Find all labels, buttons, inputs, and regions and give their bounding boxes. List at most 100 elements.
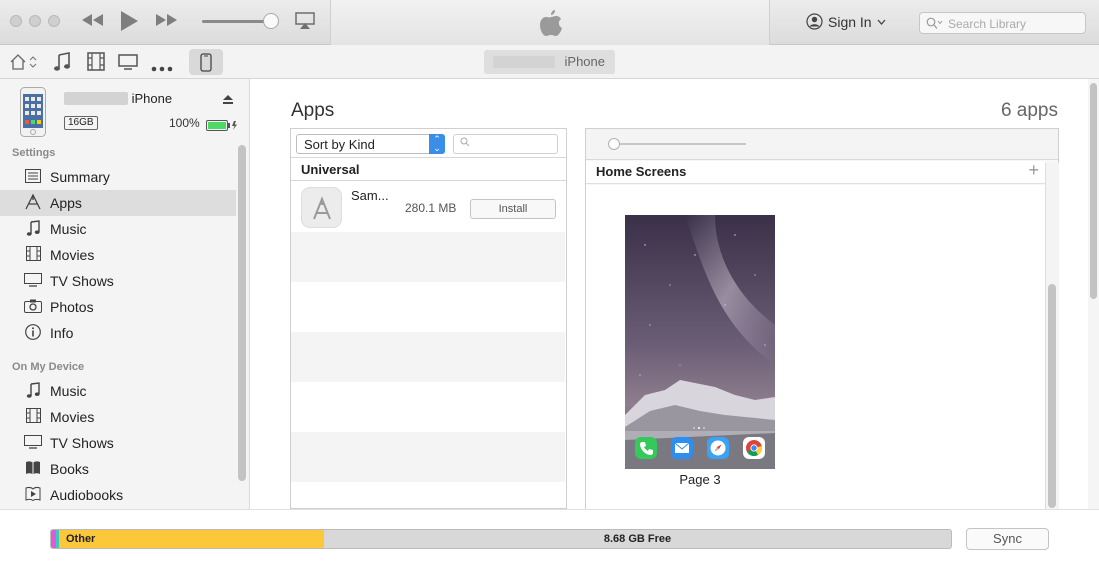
page-label: Page 3 bbox=[679, 472, 721, 487]
sidebar-device-item-books[interactable]: Books bbox=[0, 456, 236, 482]
close-window-button[interactable] bbox=[10, 15, 22, 27]
title-bar: Sign In Search Library bbox=[0, 0, 1099, 45]
capacity-other-label: Other bbox=[66, 533, 96, 545]
apps-count: 6 apps bbox=[1000, 100, 1058, 121]
tv-icon bbox=[24, 434, 42, 452]
rewind-icon bbox=[82, 14, 103, 26]
tv-library-button[interactable] bbox=[118, 54, 138, 75]
app-row[interactable]: Sam... 280.1 MB Install bbox=[291, 182, 566, 232]
sync-button[interactable]: Sync bbox=[966, 528, 1049, 550]
icon-size-slider-knob[interactable] bbox=[608, 138, 620, 150]
sidebar-item-tv-shows[interactable]: TV Shows bbox=[0, 268, 236, 294]
sidebar-item-label: Photos bbox=[50, 299, 94, 315]
info-icon bbox=[24, 323, 42, 343]
play-button[interactable] bbox=[119, 10, 139, 36]
sidebar-item-label: Movies bbox=[50, 247, 95, 263]
mail-app-icon[interactable] bbox=[671, 437, 693, 459]
more-icon bbox=[151, 66, 173, 72]
sidebar-item-label: Audiobooks bbox=[50, 487, 124, 503]
camera-icon bbox=[24, 299, 42, 316]
movies-icon bbox=[24, 246, 42, 264]
device-thumbnail bbox=[20, 87, 46, 137]
tv-icon bbox=[118, 54, 138, 70]
sidebar-item-label: TV Shows bbox=[50, 273, 114, 289]
home-dropdown-button[interactable] bbox=[9, 52, 39, 77]
device-name-tab[interactable]: iPhone bbox=[484, 50, 615, 74]
chrome-app-icon[interactable] bbox=[743, 437, 765, 459]
music-icon bbox=[24, 381, 42, 401]
play-icon bbox=[121, 11, 138, 31]
phone-app-icon[interactable] bbox=[635, 437, 657, 459]
sidebar-device-item-music[interactable]: Music bbox=[0, 378, 236, 404]
status-display bbox=[330, 0, 770, 45]
settings-heading: Settings bbox=[12, 147, 56, 159]
home-icon bbox=[10, 54, 37, 70]
on-my-device-heading: On My Device bbox=[12, 361, 85, 373]
zoom-window-button[interactable] bbox=[48, 15, 60, 27]
home-screens-header: Home Screens + bbox=[586, 160, 1045, 184]
sidebar-device-item-audiobooks[interactable]: Audiobooks bbox=[0, 482, 236, 508]
apps-search-input[interactable] bbox=[453, 134, 558, 154]
device-name: iPhone bbox=[64, 91, 172, 106]
app-size: 280.1 MB bbox=[405, 201, 457, 215]
tv-icon bbox=[24, 272, 42, 290]
sign-in-label: Sign In bbox=[828, 13, 872, 30]
volume-slider-knob[interactable] bbox=[263, 13, 279, 29]
sidebar-item-photos[interactable]: Photos bbox=[0, 294, 236, 320]
sort-select[interactable]: Sort by Kind ⌃ ⌄ bbox=[296, 134, 445, 154]
home-screens-toolbar bbox=[586, 129, 1058, 160]
fast-forward-button[interactable] bbox=[155, 12, 179, 32]
apple-logo-icon bbox=[540, 10, 562, 36]
redacted-device-name bbox=[64, 92, 128, 105]
sidebar-item-movies[interactable]: Movies bbox=[0, 242, 236, 268]
capacity-segment-free: 8.68 GB Free bbox=[324, 530, 951, 548]
sign-in-button[interactable]: Sign In bbox=[806, 13, 886, 30]
books-icon bbox=[24, 460, 42, 478]
search-library-input[interactable]: Search Library bbox=[919, 12, 1086, 34]
sidebar-item-summary[interactable]: Summary bbox=[0, 164, 236, 190]
main-content: Apps 6 apps Sort by Kind ⌃ ⌄ Universal Sa… bbox=[251, 79, 1099, 509]
safari-app-icon[interactable] bbox=[707, 437, 729, 459]
install-button[interactable]: Install bbox=[470, 199, 556, 219]
eject-icon bbox=[223, 95, 233, 104]
sort-select-value: Sort by Kind bbox=[304, 137, 375, 152]
sidebar-item-apps[interactable]: Apps bbox=[0, 190, 236, 216]
device-name-suffix: iPhone bbox=[131, 91, 173, 106]
sidebar-item-label: Movies bbox=[50, 409, 95, 425]
sidebar-item-music[interactable]: Music bbox=[0, 216, 236, 242]
main-scrollbar[interactable] bbox=[1090, 83, 1097, 299]
apps-list-panel: Sort by Kind ⌃ ⌄ Universal Sam... 280.1 MB… bbox=[290, 128, 567, 509]
music-library-button[interactable] bbox=[53, 52, 71, 77]
movies-icon bbox=[24, 408, 42, 426]
main-scrollbar-track bbox=[1088, 79, 1099, 509]
rewind-button[interactable] bbox=[80, 12, 104, 32]
fast-forward-icon bbox=[156, 14, 177, 26]
movies-library-button[interactable] bbox=[87, 52, 105, 76]
eject-button[interactable] bbox=[222, 92, 234, 110]
home-screen-page-preview[interactable] bbox=[625, 215, 775, 469]
sidebar-device-item-tv-shows[interactable]: TV Shows bbox=[0, 430, 236, 456]
icon-size-slider[interactable] bbox=[611, 143, 746, 145]
sidebar-item-label: TV Shows bbox=[50, 435, 114, 451]
sidebar-item-info[interactable]: Info bbox=[0, 320, 236, 346]
search-icon bbox=[926, 17, 943, 29]
more-button[interactable] bbox=[151, 59, 173, 77]
airplay-button[interactable] bbox=[295, 12, 315, 34]
sidebar-item-label: Summary bbox=[50, 169, 110, 185]
sidebar-device-item-movies[interactable]: Movies bbox=[0, 404, 236, 430]
battery-charging-icon bbox=[206, 120, 237, 131]
chevron-down-icon bbox=[877, 19, 886, 25]
capacity-free-label: 8.68 GB Free bbox=[603, 533, 672, 545]
capacity-segment-other: Other bbox=[59, 530, 324, 548]
iphone-device-icon bbox=[20, 87, 46, 137]
home-screens-scrollbar[interactable] bbox=[1048, 284, 1056, 508]
add-page-button[interactable]: + bbox=[1028, 160, 1039, 181]
audiobooks-icon bbox=[24, 486, 42, 504]
minimize-window-button[interactable] bbox=[29, 15, 41, 27]
sidebar-scrollbar[interactable] bbox=[238, 145, 246, 481]
group-header: Universal bbox=[291, 159, 566, 181]
sidebar: iPhone 16GB 100% Settings Summary Apps Mus… bbox=[0, 79, 250, 509]
sidebar-item-label: Info bbox=[50, 325, 74, 341]
device-button[interactable] bbox=[189, 49, 223, 75]
battery-percent: 100% bbox=[169, 116, 200, 130]
